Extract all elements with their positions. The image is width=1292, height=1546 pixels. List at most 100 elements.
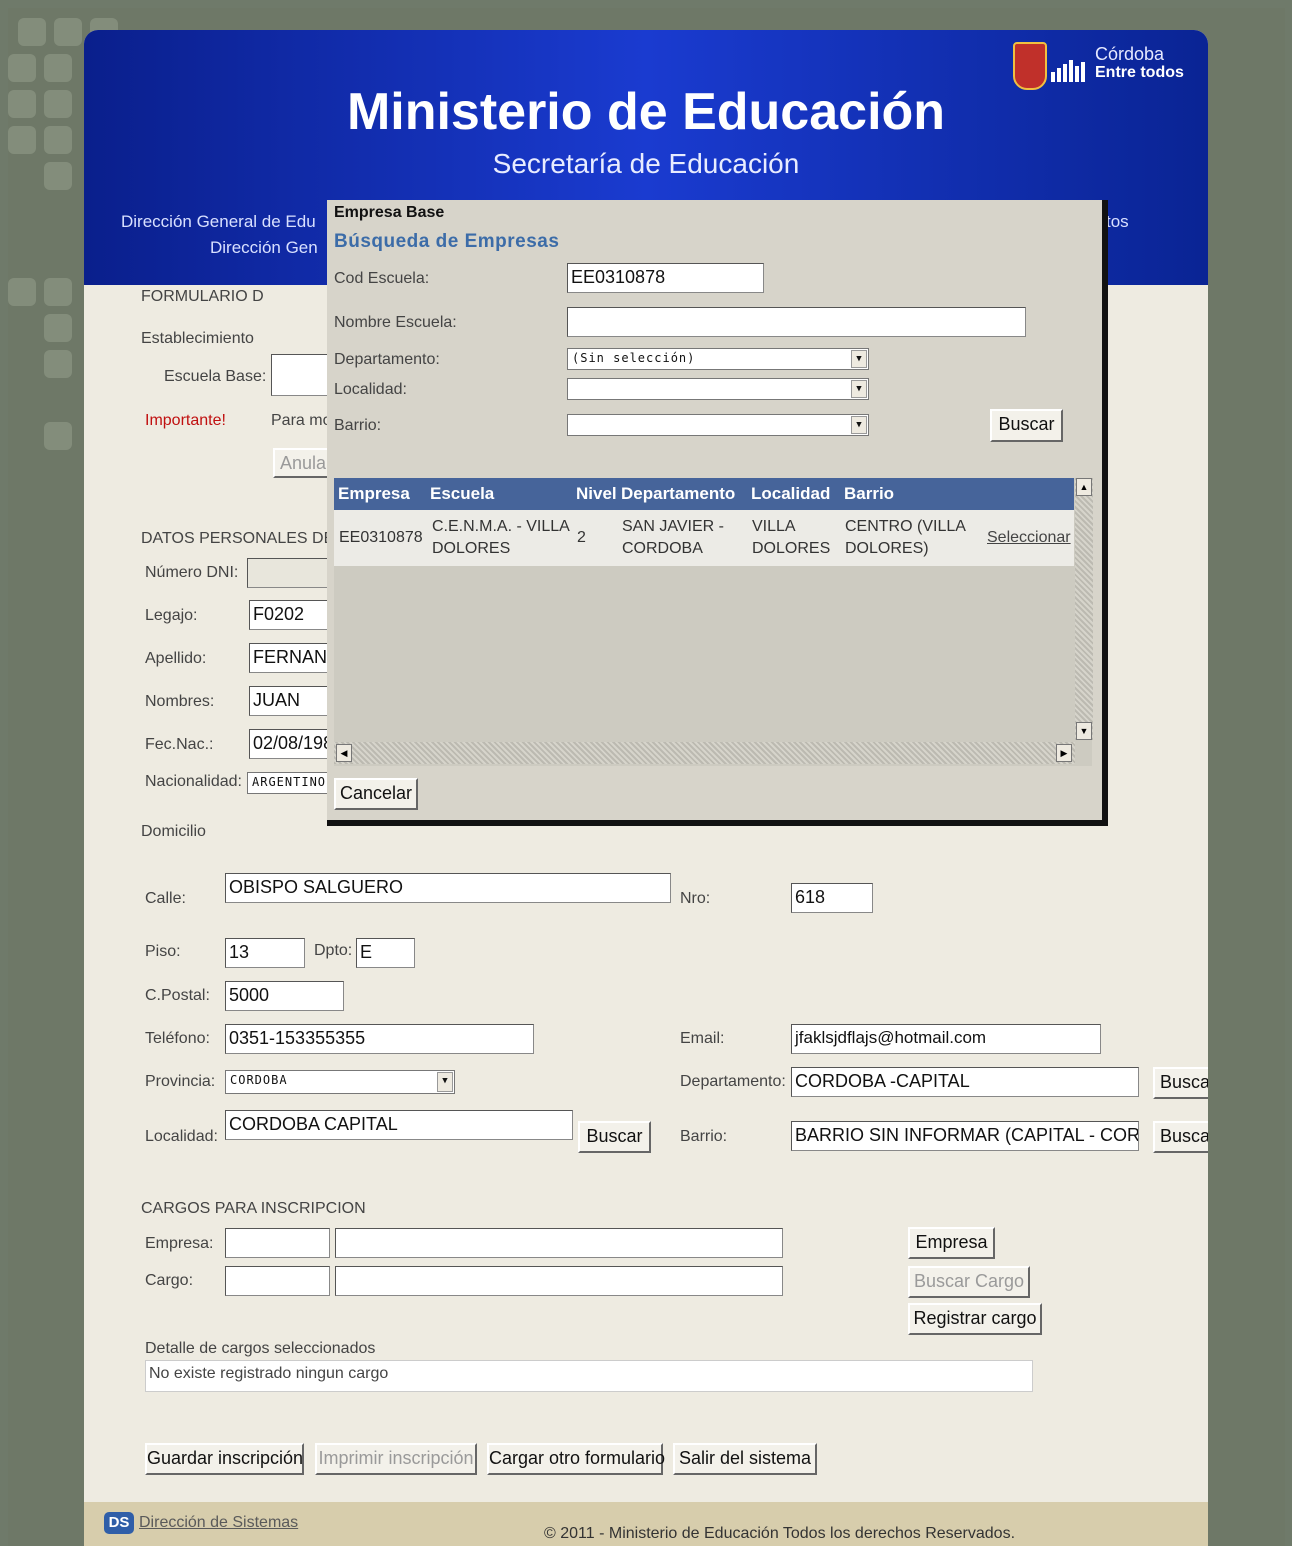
modal-departamento-value: (Sin selección): [572, 351, 696, 365]
scroll-right-icon[interactable]: ▶: [1056, 744, 1072, 762]
nav-link-right[interactable]: tos: [1106, 212, 1129, 232]
cargo-code-input[interactable]: [225, 1266, 330, 1296]
apellido-input[interactable]: FERNAND: [249, 643, 333, 673]
buscar-cargo-button[interactable]: Buscar Cargo: [908, 1266, 1030, 1298]
domicilio-heading: Domicilio: [141, 823, 206, 840]
apellido-label: Apellido:: [145, 650, 207, 667]
chevron-down-icon[interactable]: ▼: [851, 350, 867, 368]
horizontal-scrollbar[interactable]: ◀ ▶: [334, 742, 1075, 764]
cargar-formulario-button[interactable]: Cargar otro formulario: [487, 1443, 665, 1475]
nro-label: Nro:: [680, 890, 711, 907]
decor-square: [44, 350, 72, 378]
chevron-down-icon[interactable]: ▼: [851, 380, 867, 398]
modal-departamento-select[interactable]: (Sin selección) ▼: [567, 348, 869, 370]
decor-square: [8, 90, 36, 118]
dialog-title: Empresa Base: [334, 204, 445, 221]
nacionalidad-label: Nacionalidad:: [145, 773, 242, 790]
localidad-input[interactable]: CORDOBA CAPITAL: [225, 1110, 573, 1140]
modal-barrio-select[interactable]: ▼: [567, 414, 869, 436]
chevron-down-icon[interactable]: ▼: [437, 1072, 453, 1092]
nro-input[interactable]: 618: [791, 883, 873, 913]
barrio-input[interactable]: BARRIO SIN INFORMAR (CAPITAL - CORDOB: [791, 1121, 1139, 1151]
datos-personales-heading: DATOS PERSONALES DE: [141, 530, 335, 547]
registrar-cargo-button[interactable]: Registrar cargo: [908, 1303, 1042, 1335]
empresa-name-input[interactable]: [335, 1228, 783, 1258]
escuela-base-input[interactable]: [271, 354, 331, 396]
cell-departamento-line2: CORDOBA: [622, 540, 703, 557]
scroll-up-icon[interactable]: ▲: [1076, 478, 1092, 496]
scroll-down-icon[interactable]: ▼: [1076, 722, 1092, 740]
ds-logo-icon: DS: [104, 1512, 134, 1534]
legajo-label: Legajo:: [145, 607, 198, 624]
dpto-input[interactable]: E: [356, 938, 415, 968]
buscar-departamento-button[interactable]: Buscar: [1153, 1067, 1208, 1099]
cargo-name-input[interactable]: [335, 1266, 783, 1296]
escuela-base-label: Escuela Base:: [164, 368, 267, 385]
departamento-input[interactable]: CORDOBA -CAPITAL: [791, 1067, 1139, 1097]
telefono-input[interactable]: 0351-153355355: [225, 1024, 534, 1054]
piso-label: Piso:: [145, 943, 181, 960]
decor-square: [44, 126, 72, 154]
empresa-label: Empresa:: [145, 1235, 214, 1252]
salir-sistema-button[interactable]: Salir del sistema: [673, 1443, 817, 1475]
direccion-sistemas-link[interactable]: Dirección de Sistemas: [139, 1514, 298, 1532]
calle-label: Calle:: [145, 890, 186, 907]
buscar-localidad-button[interactable]: Buscar: [578, 1121, 651, 1153]
dialog-heading: Búsqueda de Empresas: [334, 231, 560, 252]
anular-button[interactable]: Anula: [273, 448, 333, 478]
seleccionar-link[interactable]: Seleccionar: [987, 527, 1071, 548]
table-row: EE0310878 C.E.N.M.A. - VILLA DOLORES 2 S…: [334, 510, 1074, 566]
calle-input[interactable]: OBISPO SALGUERO: [225, 873, 671, 903]
dni-label: Número DNI:: [145, 564, 239, 581]
cpostal-input[interactable]: 5000: [225, 981, 344, 1011]
email-label: Email:: [680, 1030, 725, 1047]
provincia-select[interactable]: CORDOBA ▼: [225, 1070, 455, 1094]
column-header-localidad: Localidad: [751, 484, 831, 503]
decor-square: [44, 162, 72, 190]
empresa-button[interactable]: Empresa: [908, 1227, 995, 1259]
modal-localidad-select[interactable]: ▼: [567, 378, 869, 400]
nombre-escuela-input[interactable]: [567, 307, 1026, 337]
telefono-label: Teléfono:: [145, 1030, 210, 1047]
imprimir-inscripcion-button[interactable]: Imprimir inscripción: [315, 1443, 477, 1475]
guardar-inscripcion-button[interactable]: Guardar inscripción: [145, 1443, 304, 1475]
nacionalidad-select[interactable]: ARGENTINO: [247, 772, 333, 794]
decor-square: [44, 278, 72, 306]
modal-buscar-button[interactable]: Buscar: [990, 409, 1063, 442]
decor-square: [44, 314, 72, 342]
localidad-label: Localidad:: [145, 1128, 218, 1145]
vertical-scrollbar[interactable]: ▲ ▼: [1075, 478, 1093, 740]
cancelar-button[interactable]: Cancelar: [334, 778, 418, 810]
cell-departamento-line1: SAN JAVIER -: [622, 518, 724, 535]
empresa-code-input[interactable]: [225, 1228, 330, 1258]
scroll-left-icon[interactable]: ◀: [336, 744, 352, 762]
decor-square: [8, 278, 36, 306]
dni-input[interactable]: [247, 558, 333, 588]
detalle-label: Detalle de cargos seleccionados: [145, 1340, 376, 1357]
dpto-label: Dpto:: [314, 942, 353, 959]
logo-text-entre-todos: Entre todos: [1095, 64, 1184, 81]
modal-localidad-label: Localidad:: [334, 381, 407, 398]
nombres-input[interactable]: JUAN: [249, 686, 333, 716]
email-input[interactable]: jfaklsjdflajs@hotmail.com: [791, 1024, 1101, 1054]
grid-header: Empresa Escuela Nivel Departamento Local…: [334, 478, 1074, 510]
bars-icon: [1051, 58, 1091, 82]
cell-escuela-line1: C.E.N.M.A. - VILLA: [432, 518, 570, 535]
column-header-barrio: Barrio: [844, 484, 895, 503]
decor-square: [18, 18, 46, 46]
cell-barrio-line2: DOLORES): [845, 540, 929, 557]
nav-link-direccion[interactable]: Dirección Gen: [210, 238, 318, 258]
nav-link-direccion-general[interactable]: Dirección General de Edu: [121, 212, 316, 232]
barrio-label: Barrio:: [680, 1128, 728, 1145]
cod-escuela-input[interactable]: EE0310878: [567, 263, 764, 293]
column-header-empresa: Empresa: [338, 484, 410, 503]
copyright-text: © 2011 - Ministerio de Educación Todos l…: [544, 1525, 1016, 1542]
piso-input[interactable]: 13: [225, 938, 305, 968]
chevron-down-icon[interactable]: ▼: [851, 416, 867, 434]
shield-icon: [1013, 42, 1047, 90]
cod-escuela-label: Cod Escuela:: [334, 270, 430, 287]
fecnac-input[interactable]: 02/08/198: [249, 729, 333, 759]
buscar-barrio-button[interactable]: Buscar: [1153, 1121, 1208, 1153]
legajo-input[interactable]: F0202: [249, 600, 333, 630]
column-header-nivel: Nivel: [576, 484, 617, 503]
